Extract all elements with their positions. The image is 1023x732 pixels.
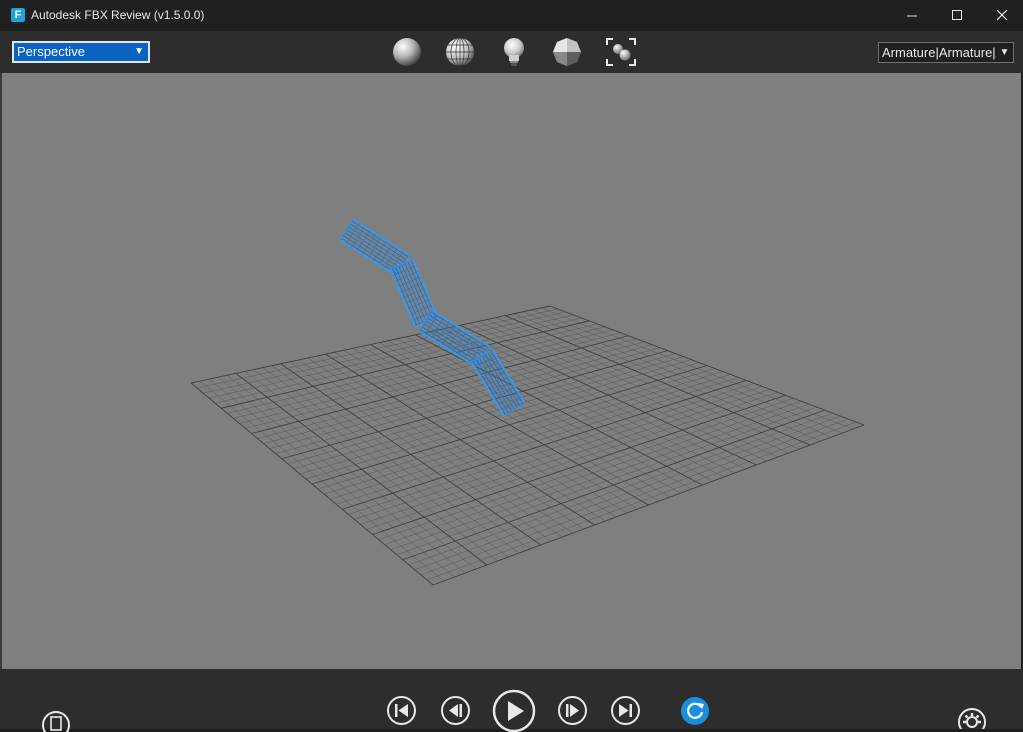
grid-line [549,305,865,426]
take-dropdown[interactable]: Armature|Armature|Action ▼ [878,42,1014,63]
loop-icon[interactable] [680,696,710,726]
maximize-button[interactable] [934,0,980,31]
chevron-down-icon: ▼ [996,43,1013,62]
grid-line [402,409,825,561]
play-icon[interactable] [491,688,537,732]
skip-to-start-icon[interactable] [386,695,417,726]
skip-to-end-icon[interactable] [610,695,641,726]
grid-line [540,307,854,430]
grid-line [531,309,843,434]
playback-bar [0,669,1023,732]
wireframe-sphere-icon[interactable] [443,36,477,68]
chevron-down-icon: ▼ [134,46,144,57]
grid-line [504,315,811,446]
minimize-button[interactable] [889,0,935,31]
ground-grid [190,305,865,586]
view-mode-value: Perspective [17,44,85,59]
frame-selection-icon[interactable] [604,36,638,68]
step-forward-icon[interactable] [557,695,588,726]
view-mode-dropdown[interactable]: Perspective ▼ [12,41,150,63]
title-bar: F Autodesk FBX Review (v1.5.0.0) [0,0,1023,31]
minimize-icon [906,15,917,17]
shaded-sphere-icon[interactable] [390,36,424,68]
grid-line [522,311,832,438]
close-icon [996,10,1007,21]
close-button[interactable] [979,0,1023,31]
maximize-icon [951,10,962,20]
step-back-icon[interactable] [440,695,471,726]
flat-shaded-sphere-icon[interactable] [550,36,584,68]
light-bulb-icon[interactable] [497,36,531,68]
window-title: Autodesk FBX Review (v1.5.0.0) [31,8,205,22]
grid-line [414,415,841,571]
3d-viewport[interactable] [2,73,1021,669]
app-logo-icon: F [11,8,25,22]
grid-line [396,406,817,555]
toolbar: Perspective ▼ Armature|Armature| ▼ [0,31,1023,73]
take-value: Armature|Armature|Action [882,45,1013,60]
grid-line [432,424,865,586]
grid-line [514,313,821,442]
viewport-scene [190,218,865,586]
settings-icon[interactable] [956,707,988,729]
